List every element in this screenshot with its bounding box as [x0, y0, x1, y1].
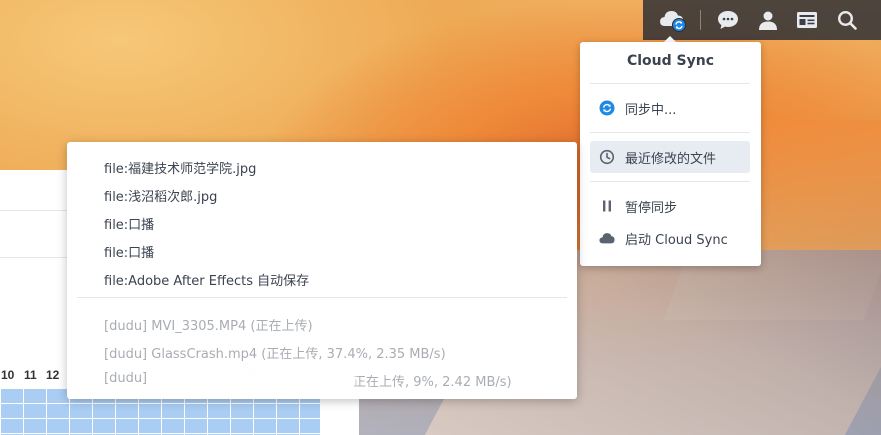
widgets-icon[interactable]	[795, 8, 819, 32]
upload-item[interactable]: [dudu]	[104, 371, 147, 386]
menu-item-syncing[interactable]: 同步中...	[590, 92, 750, 124]
pause-icon	[599, 198, 615, 214]
upload-item[interactable]: [dudu] GlassCrash.mp4 (正在上传, 37.4%, 2.35…	[104, 343, 446, 362]
recent-file-item[interactable]: file:口播	[104, 242, 154, 261]
recent-files-divider	[77, 297, 567, 298]
cloud-sync-icon[interactable]	[659, 8, 689, 32]
chat-icon[interactable]	[716, 8, 740, 32]
calendar-day-number: 12	[46, 368, 60, 382]
clock-icon	[599, 149, 615, 165]
recent-file-item[interactable]: file:福建技术师范学院.jpg	[104, 158, 256, 177]
menu-item-label: 暂停同步	[625, 200, 678, 216]
menu-divider	[590, 83, 750, 84]
recent-files-popup: file:福建技术师范学院.jpg file:浅沼稻次郎.jpg file:口播…	[67, 142, 577, 399]
cloud-sync-menu-title: Cloud Sync	[626, 53, 715, 69]
cloud-icon	[599, 230, 615, 246]
search-icon[interactable]	[835, 8, 859, 32]
redaction-blur	[151, 368, 356, 390]
recent-file-item[interactable]: file:口播	[104, 214, 154, 233]
cloud-sync-menu: Cloud Sync 同步中... 最近修改的文件 暂停同步 启动 Cloud …	[580, 42, 761, 266]
upload-item-status: 正在上传, 9%, 2.42 MB/s)	[353, 375, 512, 390]
calendar-day-number: 11	[24, 368, 37, 382]
user-icon[interactable]	[756, 8, 780, 32]
menu-divider	[590, 132, 750, 133]
taskbar-separator	[700, 10, 701, 30]
calendar-day-number: 10	[1, 368, 15, 382]
recent-file-item[interactable]: file:Adobe After Effects 自动保存	[104, 270, 309, 289]
recent-file-item[interactable]: file:浅沼稻次郎.jpg	[104, 186, 217, 205]
menu-divider	[590, 181, 750, 182]
menu-item-recent-files[interactable]: 最近修改的文件	[590, 141, 750, 173]
menu-item-label: 最近修改的文件	[625, 151, 717, 167]
menu-item-launch-cloud-sync[interactable]: 启动 Cloud Sync	[590, 222, 750, 254]
upload-item[interactable]: [dudu] MVI_3305.MP4 (正在上传)	[104, 315, 313, 334]
top-taskbar	[643, 0, 881, 40]
menu-item-pause-sync[interactable]: 暂停同步	[590, 190, 750, 222]
sync-icon	[599, 100, 615, 116]
menu-item-label: 启动 Cloud Sync	[625, 232, 728, 248]
menu-item-label: 同步中...	[625, 102, 677, 118]
